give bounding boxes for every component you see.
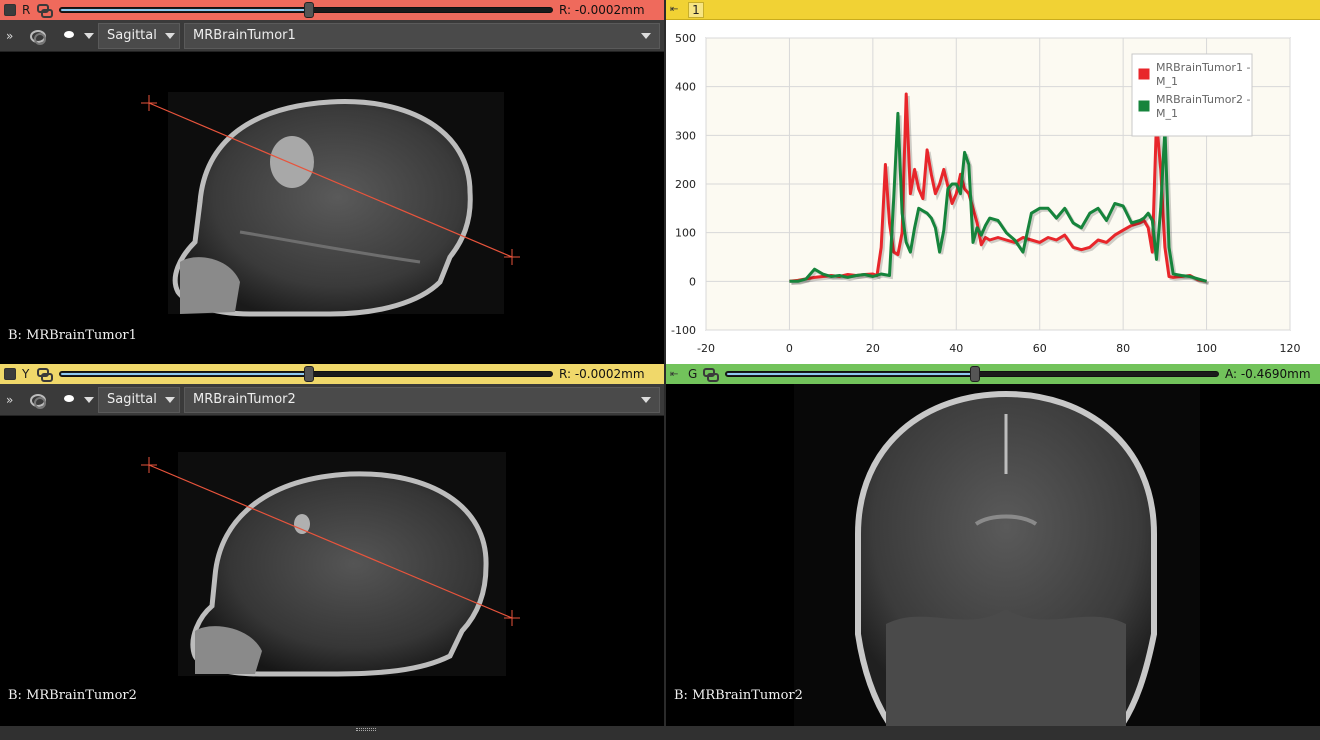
link-icon[interactable] (37, 368, 53, 382)
green-slice-view[interactable]: ⇤ G A: -0.4690mm B: MRBrainTumor2 (666, 364, 1320, 726)
volume-select[interactable]: MRBrainTumor2 (184, 386, 660, 413)
red-slice-bar: R R: -0.0002mm (0, 0, 664, 20)
blob-icon[interactable] (60, 27, 80, 45)
slice-offset-value: A: -0.4690mm (1225, 367, 1311, 381)
y-tick-label: 400 (675, 81, 696, 94)
chevron-double-right-icon[interactable]: » (6, 29, 20, 43)
chart-view[interactable]: ⇤ 1 -20 0 20 40 60 80 100 120 -100 0 100 200 300 400 5… (666, 0, 1320, 364)
slider-fill (61, 9, 309, 11)
pin-icon[interactable]: ⇤ (670, 4, 682, 16)
chart-view-label: 1 (688, 1, 704, 18)
layout-splitter[interactable] (0, 726, 1320, 740)
orientation-value: Sagittal (107, 392, 157, 407)
slider-knob[interactable] (304, 2, 314, 18)
view-label: Y (22, 367, 30, 381)
y-tick-label: 300 (675, 129, 696, 142)
legend-label-1: MRBrainTumor1 - (1156, 61, 1250, 74)
y-tick-label: 0 (689, 275, 696, 288)
link-icon[interactable] (703, 368, 719, 382)
y-tick-label: -100 (671, 324, 696, 337)
legend-swatch-1 (1137, 67, 1151, 81)
blob-icon[interactable] (60, 391, 80, 409)
y-tick-label: 500 (675, 32, 696, 45)
volume-value: MRBrainTumor1 (193, 28, 296, 43)
orientation-value: Sagittal (107, 28, 157, 43)
yellow-slice-bar: Y R: -0.0002mm (0, 364, 664, 384)
legend-swatch-2 (1137, 99, 1151, 113)
mri-sagittal-image (141, 452, 520, 677)
pin-icon[interactable]: ⇤ (670, 369, 682, 380)
view-label: G (688, 367, 698, 381)
slice-offset-slider[interactable] (59, 2, 553, 18)
volume-annotation: B: MRBrainTumor1 (8, 328, 137, 343)
volume-annotation: B: MRBrainTumor2 (8, 688, 137, 703)
x-tick-label: 40 (949, 342, 963, 355)
slider-fill (727, 373, 975, 375)
chevron-down-icon (164, 32, 175, 39)
orientation-select[interactable]: Sagittal (98, 386, 180, 413)
volume-annotation: B: MRBrainTumor2 (674, 688, 803, 703)
x-tick-label: 80 (1116, 342, 1130, 355)
green-slice-bar: ⇤ G A: -0.4690mm (666, 364, 1320, 384)
legend-label-1-cont: M_1 (1156, 75, 1178, 88)
pin-icon[interactable] (4, 368, 16, 380)
chevron-double-right-icon[interactable]: » (6, 393, 20, 407)
chart-panel: -20 0 20 40 60 80 100 120 -100 0 100 200 300 400 500 MR… (666, 20, 1320, 364)
view-label: R (22, 3, 31, 17)
y-tick-label: 100 (675, 227, 696, 240)
splitter-handle[interactable] (356, 728, 376, 731)
chart-view-bar: ⇤ 1 (666, 0, 1320, 20)
slider-fill (61, 373, 309, 375)
chevron-down-icon[interactable] (84, 32, 94, 39)
x-tick-label: 60 (1033, 342, 1047, 355)
slice-offset-slider[interactable] (59, 366, 553, 382)
slice-controller: » Sagittal MRBrainTumor1 (0, 20, 664, 52)
slider-knob[interactable] (304, 366, 314, 382)
line-profile-chart: -20 0 20 40 60 80 100 120 -100 0 100 200 300 400 500 MR… (671, 32, 1301, 355)
link-icon[interactable] (37, 4, 53, 18)
orientation-select[interactable]: Sagittal (98, 22, 180, 49)
rings-icon[interactable] (28, 391, 48, 409)
pin-icon[interactable] (4, 4, 16, 16)
mri-coronal-image (794, 384, 1200, 726)
legend-label-2: MRBrainTumor2 - (1156, 93, 1250, 106)
x-tick-label: -20 (697, 342, 715, 355)
slice-offset-value: R: -0.0002mm (559, 3, 645, 17)
chevron-down-icon (641, 32, 651, 39)
x-tick-label: 100 (1196, 342, 1217, 355)
rings-icon[interactable] (28, 27, 48, 45)
chevron-down-icon (164, 396, 175, 403)
volume-select[interactable]: MRBrainTumor1 (184, 22, 660, 49)
slice-offset-value: R: -0.0002mm (559, 367, 645, 381)
slice-offset-slider[interactable] (725, 366, 1219, 382)
chevron-down-icon (641, 396, 651, 403)
x-tick-label: 20 (866, 342, 880, 355)
mri-sagittal-image (141, 92, 520, 317)
volume-value: MRBrainTumor2 (193, 392, 296, 407)
x-tick-label: 0 (786, 342, 793, 355)
red-slice-view[interactable]: R R: -0.0002mm » Sagittal MRBrainTumor1 (0, 0, 664, 364)
legend-label-2-cont: M_1 (1156, 107, 1178, 120)
x-tick-label: 120 (1280, 342, 1301, 355)
yellow-slice-view[interactable]: Y R: -0.0002mm » Sagittal MRBrainTumor2 (0, 364, 664, 726)
y-tick-label: 200 (675, 178, 696, 191)
slider-knob[interactable] (970, 366, 980, 382)
slice-controller: » Sagittal MRBrainTumor2 (0, 384, 664, 416)
chevron-down-icon[interactable] (84, 396, 94, 403)
